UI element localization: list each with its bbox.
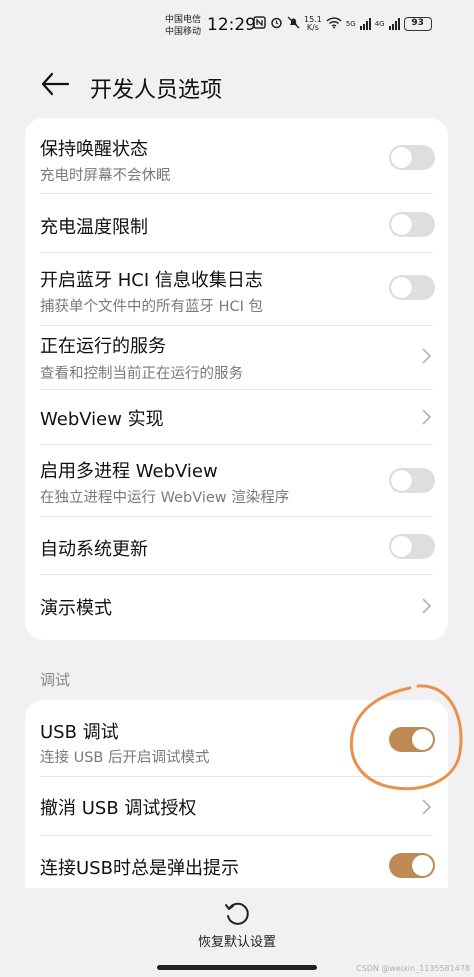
- chevron-right-icon: [422, 799, 432, 815]
- network-speed: 15.1 K/s: [304, 16, 322, 32]
- status-bar: 中国电信 中国移动 12:29 15.1 K/s 5G 4G 93: [0, 0, 474, 50]
- setting-title: 充电温度限制: [40, 217, 148, 238]
- setting-subtitle: 连接 USB 后开启调试模式: [40, 750, 210, 766]
- reset-defaults-button[interactable]: [222, 898, 252, 928]
- status-icons: 15.1 K/s 5G 4G 93: [253, 16, 432, 32]
- app-header: 开发人员选项: [0, 62, 474, 110]
- setting-title: 连接USB时总是弹出提示: [40, 858, 239, 879]
- chevron-right-icon: [422, 598, 432, 614]
- setting-subtitle: 在独立进程中运行 WebView 渲染程序: [40, 490, 290, 506]
- speed-unit: K/s: [306, 23, 319, 32]
- setting-auto-update[interactable]: 自动系统更新: [25, 517, 448, 575]
- setting-running-services[interactable]: 正在运行的服务 查看和控制当前正在运行的服务: [25, 326, 448, 390]
- setting-stay-awake[interactable]: 保持唤醒状态 充电时屏幕不会休眠: [25, 118, 448, 194]
- signal-icon-2: [388, 18, 400, 30]
- usb-prompt-toggle[interactable]: [389, 853, 435, 878]
- charge-temp-toggle[interactable]: [389, 212, 435, 237]
- wifi-icon: [326, 16, 342, 32]
- back-button[interactable]: [38, 66, 74, 102]
- section-header-debug: 调试: [40, 671, 71, 689]
- bottom-bar: 恢复默认设置 CSDN @weixin_1135581478: [0, 888, 474, 977]
- chevron-right-icon: [422, 409, 432, 425]
- setting-title: 启用多进程 WebView: [40, 461, 218, 482]
- stay-awake-toggle[interactable]: [389, 145, 435, 170]
- setting-title: 演示模式: [40, 598, 112, 619]
- setting-usb-prompt[interactable]: 连接USB时总是弹出提示: [25, 836, 448, 896]
- carrier-1: 中国电信: [165, 15, 202, 25]
- setting-subtitle: 捕获单个文件中的所有蓝牙 HCI 包: [40, 299, 264, 315]
- back-arrow-icon: [41, 72, 70, 96]
- signal-icon: [359, 18, 371, 30]
- settings-card: 保持唤醒状态 充电时屏幕不会休眠 充电温度限制 开启蓝牙 HCI 信息收集日志 …: [25, 118, 448, 640]
- reset-icon: [225, 902, 249, 925]
- clock: 12:29: [207, 15, 256, 35]
- page-title: 开发人员选项: [90, 78, 223, 103]
- setting-title: USB 调试: [40, 722, 119, 743]
- network-type-2: 4G: [374, 20, 385, 28]
- carrier-info: 中国电信 中国移动: [165, 14, 201, 38]
- setting-title: 自动系统更新: [40, 539, 148, 560]
- multiprocess-webview-toggle[interactable]: [389, 468, 435, 493]
- alarm-icon: [270, 16, 283, 32]
- setting-title: 撤消 USB 调试授权: [40, 798, 197, 819]
- setting-charge-temp-limit[interactable]: 充电温度限制: [25, 194, 448, 253]
- bt-hci-toggle[interactable]: [389, 275, 435, 300]
- setting-title: 保持唤醒状态: [40, 139, 148, 160]
- setting-demo-mode[interactable]: 演示模式: [25, 575, 448, 640]
- nfc-icon: [253, 16, 266, 32]
- watermark: CSDN @weixin_1135581478: [356, 964, 470, 973]
- battery-icon: 93: [403, 17, 432, 31]
- setting-subtitle: 充电时屏幕不会休眠: [40, 168, 171, 184]
- mute-icon: [287, 16, 300, 32]
- annotation-circle: [349, 684, 463, 791]
- setting-webview-impl[interactable]: WebView 实现: [25, 390, 448, 445]
- setting-multiprocess-webview[interactable]: 启用多进程 WebView 在独立进程中运行 WebView 渲染程序: [25, 445, 448, 517]
- reset-defaults-label[interactable]: 恢复默认设置: [0, 931, 474, 950]
- setting-bt-hci-log[interactable]: 开启蓝牙 HCI 信息收集日志 捕获单个文件中的所有蓝牙 HCI 包: [25, 253, 448, 326]
- network-type-1: 5G: [345, 20, 356, 28]
- carrier-2: 中国移动: [165, 27, 202, 37]
- setting-title: WebView 实现: [40, 409, 164, 430]
- setting-subtitle: 查看和控制当前正在运行的服务: [40, 366, 243, 382]
- setting-title: 正在运行的服务: [40, 336, 166, 357]
- auto-update-toggle[interactable]: [389, 534, 435, 559]
- home-indicator[interactable]: [157, 965, 317, 970]
- chevron-right-icon: [422, 348, 432, 364]
- setting-title: 开启蓝牙 HCI 信息收集日志: [40, 270, 263, 291]
